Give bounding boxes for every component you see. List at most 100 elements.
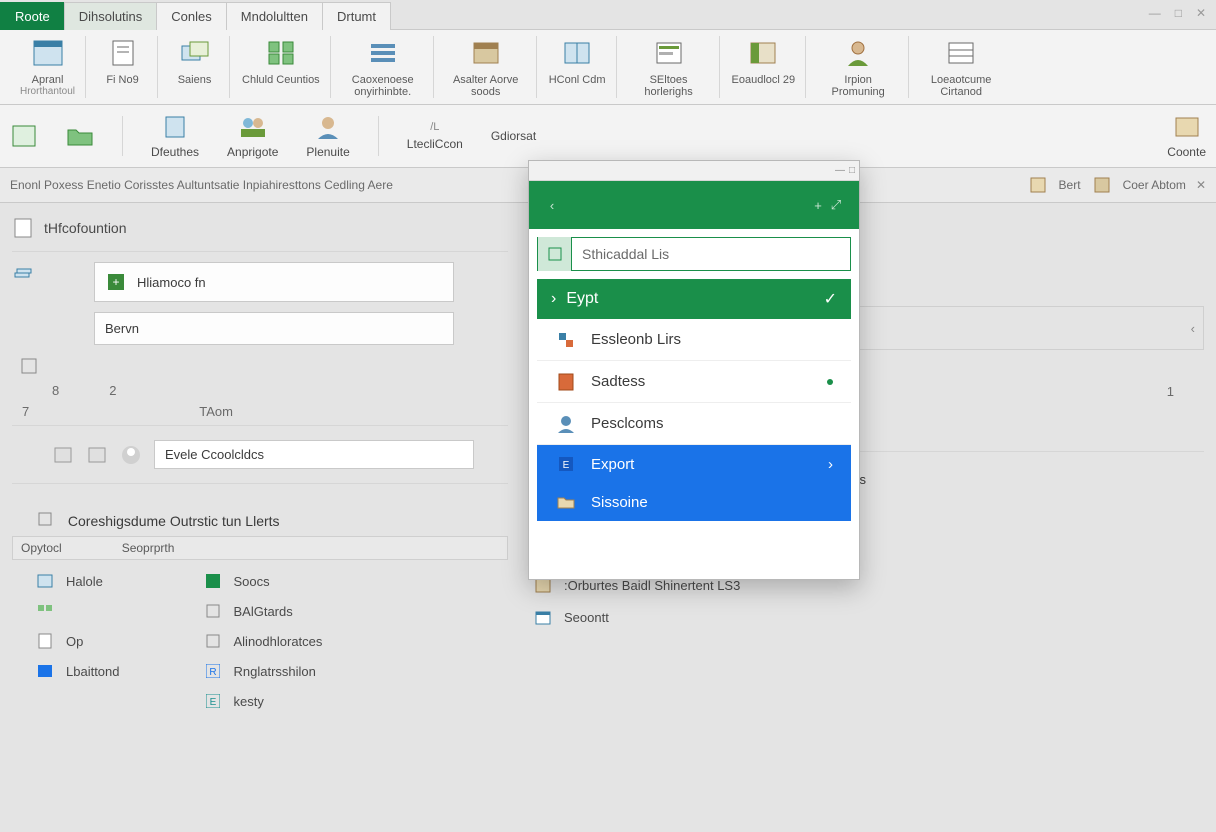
stack-icon[interactable] — [12, 266, 34, 288]
chip-b-icon[interactable] — [86, 444, 108, 466]
list-b-0[interactable]: Soocs — [202, 566, 323, 596]
grid-icon — [264, 36, 298, 70]
num-left: 7 — [12, 404, 29, 419]
ribbon-btn-3[interactable]: Chluld Ceuntios — [232, 36, 331, 98]
ribbon2-icon-b[interactable] — [66, 122, 94, 150]
checkbox-icon — [202, 600, 224, 622]
path-right-0[interactable]: Bert — [1059, 178, 1081, 192]
table-icon — [944, 36, 978, 70]
tab-2[interactable]: Conles — [156, 2, 226, 30]
col-2[interactable]: Seoprprth — [122, 541, 175, 555]
ribbon2-btn-right[interactable]: Coonte — [1167, 113, 1206, 159]
ribbon-btn-1[interactable]: Fi No9 — [88, 36, 158, 98]
popup-blank — [529, 521, 859, 579]
chevron-left-icon[interactable]: ‹ — [1191, 321, 1195, 336]
ribbon-btn-8[interactable]: Eoaudlocl 29 — [722, 36, 807, 98]
minimize-icon[interactable]: — — [1149, 6, 1161, 20]
popup-sel-0[interactable]: E Export › — [537, 445, 851, 483]
num-row: 8 2 — [12, 377, 508, 404]
ribbon2-btn-0[interactable]: Dfeuthes — [151, 113, 199, 159]
person-icon — [841, 36, 875, 70]
pane-columns: Opytocl Seoprprth — [12, 536, 508, 560]
close-small-icon[interactable]: ✕ — [1196, 178, 1206, 192]
popup-sel-1[interactable]: Sissoine — [537, 483, 851, 521]
e-teal-icon: E — [202, 690, 224, 712]
list-b: Soocs BAlGtards Alinodhloratces RRnglatr… — [180, 560, 323, 716]
ribbon2-btn-3[interactable]: /LLtecliCcon — [407, 121, 463, 151]
search-square-icon — [538, 237, 572, 271]
ribbon-btn-10[interactable]: Loeaotcume Cirtanod — [911, 36, 1011, 98]
ribbon-btn-7[interactable]: SEltoes horlerighs — [619, 36, 720, 98]
square-icon — [34, 508, 56, 530]
table-mini-icon — [34, 570, 56, 592]
rlist-3[interactable]: Seoontt — [532, 601, 1204, 633]
ribbon2-btn-1[interactable]: Anprigote — [227, 113, 278, 159]
list-a-1[interactable] — [34, 596, 120, 626]
svg-text:+: + — [112, 275, 119, 289]
popup-item-1[interactable]: Sadtess — [537, 361, 851, 403]
plus-icon[interactable]: + — [809, 196, 827, 214]
popup-selected-group: E Export › Sissoine — [537, 445, 851, 521]
ribbon-btn-5[interactable]: Asalter Aorve soods — [436, 36, 537, 98]
maximize-icon[interactable]: □ — [1175, 6, 1182, 20]
list-b-2[interactable]: Alinodhloratces — [202, 626, 323, 656]
list-a-3[interactable]: Lbaittond — [34, 656, 120, 686]
path-right-1[interactable]: Coer Abtom — [1123, 178, 1186, 192]
left-item-2[interactable]: Bervn — [94, 312, 454, 345]
list-a-2[interactable]: Op — [34, 626, 120, 656]
popup-search-text: Sthicaddal Lis — [572, 246, 679, 262]
ribbon2-icon-a[interactable] — [10, 122, 38, 150]
export-icon: E — [555, 453, 577, 475]
ribbon-btn-0[interactable]: Apranl Hrorthantoul — [10, 36, 86, 98]
back-arrow-icon[interactable]: ‹ — [543, 196, 561, 214]
tab-1[interactable]: Dihsolutins — [64, 2, 158, 30]
check-icon: ✓ — [824, 289, 837, 309]
svg-text:E: E — [563, 460, 570, 471]
popup-header: ‹ + ⤢ — [529, 181, 859, 229]
tiles-icon — [560, 36, 594, 70]
left-item-1[interactable]: + Hliamoco fn — [94, 262, 454, 302]
left-section-title: Coreshigsdume Outrstic tun Llerts — [12, 490, 508, 536]
panel-small-icon[interactable] — [1091, 174, 1113, 196]
ribbon-btn-6[interactable]: HConl Cdm — [539, 36, 617, 98]
list-a: Halole Op Lbaittond — [12, 560, 120, 716]
tab-4[interactable]: Drtumt — [322, 2, 391, 30]
popup-category[interactable]: › Eypt ✓ — [537, 279, 851, 319]
t-label: TAom — [29, 404, 233, 419]
col-1[interactable]: Opytocl — [21, 541, 62, 555]
user-blue-icon — [555, 413, 577, 435]
popup-item-2[interactable]: Pesclcoms — [537, 403, 851, 445]
tab-3[interactable]: Mndolultten — [226, 2, 323, 30]
dropdown-popup: — □ ‹ + ⤢ Sthicaddal Lis › Eypt ✓ Essleo… — [528, 160, 860, 580]
list-b-4[interactable]: Ekesty — [202, 686, 323, 716]
popup-close-icon[interactable]: □ — [849, 165, 855, 176]
people-icon — [239, 113, 267, 141]
tab-0[interactable]: Roote — [0, 2, 65, 30]
ribbon2-btn-2[interactable]: Plenuite — [306, 113, 349, 159]
expand-icon[interactable]: ⤢ — [827, 196, 845, 214]
tool-icon[interactable] — [18, 355, 40, 377]
close-icon[interactable]: ✕ — [1196, 6, 1206, 20]
list-b-3[interactable]: RRnglatrsshilon — [202, 656, 323, 686]
popup-min-icon[interactable]: — — [835, 165, 845, 176]
ribbon-row-2: Dfeuthes Anprigote Plenuite /LLtecliCcon… — [0, 105, 1216, 168]
ribbon-btn-2[interactable]: Saiens — [160, 36, 230, 98]
chip-a-icon[interactable] — [52, 444, 74, 466]
plus-green-icon: + — [105, 271, 127, 293]
avatar-small-icon[interactable] — [120, 444, 142, 466]
list-a-0[interactable]: Halole — [34, 566, 120, 596]
svg-text:E: E — [209, 697, 216, 708]
panel-icon — [746, 36, 780, 70]
note-icon[interactable] — [1027, 174, 1049, 196]
popup-search[interactable]: Sthicaddal Lis — [537, 237, 851, 271]
popup-item-0[interactable]: Essleonb Lirs — [537, 319, 851, 361]
cube-icon — [555, 329, 577, 351]
left-search-box[interactable]: Evele Ccoolcldcs — [154, 440, 474, 469]
list-b-1[interactable]: BAlGtards — [202, 596, 323, 626]
ribbon-btn-4[interactable]: Caoxenoese onyirhinbte. — [333, 36, 434, 98]
ribbon2-btn-4[interactable]: Gdiorsat — [491, 129, 536, 143]
status-dot-icon — [827, 379, 833, 385]
doc-small-icon — [12, 217, 34, 239]
left-column: tHfcofountion + Hliamoco fn Bervn 8 2 7 — [0, 203, 520, 825]
ribbon-btn-9[interactable]: Irpion Promuning — [808, 36, 909, 98]
